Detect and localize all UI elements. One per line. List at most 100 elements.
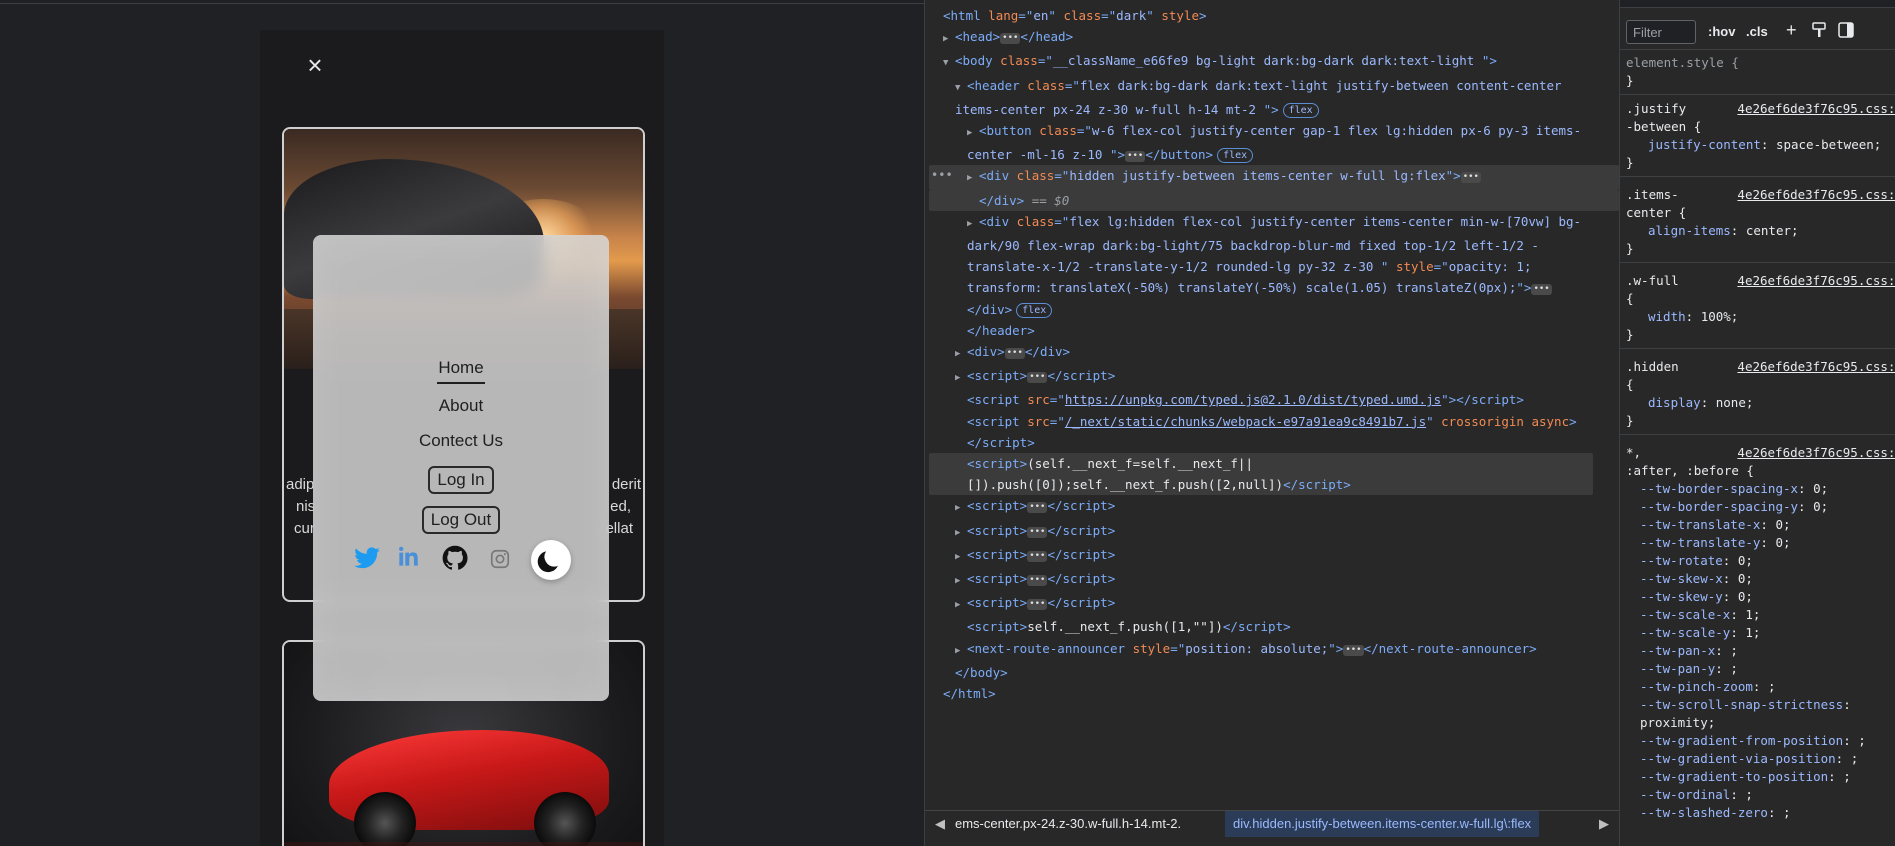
css-variable-value[interactable]: 0; xyxy=(1738,571,1753,586)
dom-node-body-close[interactable]: </body> xyxy=(929,662,1619,683)
css-variable-name[interactable]: --tw-border-spacing-y xyxy=(1640,499,1798,514)
css-value[interactable]: none; xyxy=(1716,395,1754,410)
ellipsis-icon[interactable]: ••• xyxy=(1027,575,1048,587)
css-variable-name[interactable]: --tw-translate-x xyxy=(1640,517,1760,532)
theme-toggle-moon-icon[interactable] xyxy=(531,540,571,580)
ellipsis-icon[interactable]: ••• xyxy=(1460,172,1481,184)
dom-node-body[interactable]: ▼ <body class="__className_e66fe9 bg-ligh… xyxy=(929,50,1619,74)
dom-node-script-inline[interactable]: <script>(self.__next_f=self.__next_f||[]… xyxy=(929,453,1593,496)
css-value[interactable]: 100%; xyxy=(1701,309,1739,324)
dom-node-button[interactable]: ▶ <button class="w-6 flex-col justify-cen… xyxy=(929,120,1593,165)
css-variable-row[interactable]: --tw-gradient-to-position: ; xyxy=(1626,768,1891,786)
css-property[interactable]: align-items xyxy=(1648,223,1731,238)
collapse-triangle-icon[interactable]: ▼ xyxy=(955,78,967,99)
dom-node-header-close[interactable]: </header> xyxy=(929,320,1619,341)
css-variable-row[interactable]: --tw-gradient-via-position: ; xyxy=(1626,750,1891,768)
dom-node-route-announcer[interactable]: ▶ <next-route-announcer style="position: … xyxy=(929,638,1619,662)
expand-triangle-icon[interactable]: ▶ xyxy=(943,29,955,50)
dom-node-div-hidden-selected[interactable]: ••• ▶ <div class="hidden justify-between i… xyxy=(929,165,1619,190)
css-variable-value[interactable]: 0; xyxy=(1738,553,1753,568)
login-button[interactable]: Log In xyxy=(428,466,494,494)
css-variable-value[interactable]: proximity; xyxy=(1640,715,1715,730)
flex-badge[interactable]: flex xyxy=(1217,148,1254,164)
css-variable-value[interactable]: 0; xyxy=(1775,517,1790,532)
css-variable-name[interactable]: --tw-slashed-zero xyxy=(1640,805,1768,820)
ellipsis-icon[interactable]: ••• xyxy=(1027,526,1048,538)
css-variable-value[interactable]: ; xyxy=(1730,661,1738,676)
dom-node-script-typed[interactable]: <script src="https://unpkg.com/typed.js@… xyxy=(929,389,1619,410)
css-variable-name[interactable]: --tw-scale-y xyxy=(1640,625,1730,640)
ellipsis-icon[interactable]: ••• xyxy=(1027,502,1048,514)
ellipsis-icon[interactable]: ••• xyxy=(1343,644,1364,656)
dom-node-div[interactable]: ▶ <div> ••• </div> xyxy=(929,341,1619,365)
ellipsis-icon[interactable]: ••• xyxy=(1027,372,1048,384)
dom-node-script[interactable]: ▶ <script> ••• </script> xyxy=(929,544,1619,568)
css-variable-name[interactable]: --tw-gradient-to-position xyxy=(1640,769,1828,784)
style-rule-items-center[interactable]: 4e26ef6de3f76c95.css:3 .items- center { … xyxy=(1620,184,1895,263)
dom-node-script[interactable]: ▶ <script> ••• </script> xyxy=(929,365,1619,389)
css-variable-value[interactable]: ; xyxy=(1745,787,1753,802)
css-variable-name[interactable]: --tw-gradient-via-position xyxy=(1640,751,1836,766)
filter-input[interactable] xyxy=(1626,20,1696,44)
css-variable-name[interactable]: --tw-scroll-snap-strictness xyxy=(1640,697,1843,712)
ellipsis-icon[interactable]: ••• xyxy=(1000,33,1021,45)
css-variable-value[interactable]: ; xyxy=(1730,643,1738,658)
ellipsis-icon[interactable]: ••• xyxy=(1027,599,1048,611)
css-variable-value[interactable]: 1; xyxy=(1745,625,1760,640)
expand-triangle-icon[interactable]: ▶ xyxy=(955,571,967,592)
css-variable-row[interactable]: --tw-translate-y: 0; xyxy=(1626,534,1891,552)
css-variable-name[interactable]: --tw-skew-x xyxy=(1640,571,1723,586)
css-source-link[interactable]: 4e26ef6de3f76c95.css:3 xyxy=(1737,186,1895,204)
dom-node-html[interactable]: <html lang="en" class="dark" style> xyxy=(929,5,1619,26)
css-variable-value[interactable]: 0; xyxy=(1813,481,1828,496)
add-rule-icon[interactable]: + xyxy=(1786,20,1797,41)
css-variable-name[interactable]: --tw-border-spacing-x xyxy=(1640,481,1798,496)
element-style-rule[interactable]: element.style { } xyxy=(1620,52,1895,95)
collapse-triangle-icon[interactable]: ▼ xyxy=(943,53,955,74)
expand-triangle-icon[interactable]: ▶ xyxy=(967,214,979,235)
css-variable-name[interactable]: --tw-pan-x xyxy=(1640,643,1715,658)
css-variable-value[interactable]: ; xyxy=(1843,769,1851,784)
css-variable-row[interactable]: --tw-translate-x: 0; xyxy=(1626,516,1891,534)
css-variable-name[interactable]: --tw-ordinal xyxy=(1640,787,1730,802)
css-variable-row[interactable]: --tw-pinch-zoom: ; xyxy=(1626,678,1891,696)
css-variable-row[interactable]: --tw-pan-x: ; xyxy=(1626,642,1891,660)
css-variable-value[interactable]: 0; xyxy=(1738,589,1753,604)
script-src-link[interactable]: https://unpkg.com/typed.js@2.1.0/dist/ty… xyxy=(1065,392,1441,407)
dom-node-script-webpack[interactable]: <script src="/_next/static/chunks/webpac… xyxy=(929,411,1593,453)
flex-badge[interactable]: flex xyxy=(1016,302,1053,318)
expand-triangle-icon[interactable]: ▶ xyxy=(967,168,979,189)
github-icon[interactable] xyxy=(441,544,471,574)
close-menu-icon[interactable]: × xyxy=(302,52,328,78)
nav-link-home[interactable]: Home xyxy=(437,358,485,384)
css-source-link[interactable]: 4e26ef6de3f76c95.css:3 xyxy=(1737,444,1895,462)
css-variable-row[interactable]: --tw-scale-x: 1; xyxy=(1626,606,1891,624)
dom-node-header[interactable]: ▼ <header class="flex dark:bg-dark dark:t… xyxy=(929,75,1605,120)
css-variable-row[interactable]: --tw-rotate: 0; xyxy=(1626,552,1891,570)
css-variable-name[interactable]: --tw-pan-y xyxy=(1640,661,1715,676)
css-variable-value[interactable]: ; xyxy=(1851,751,1859,766)
scroll-right-icon[interactable]: ▶ xyxy=(1593,813,1615,835)
css-variable-value[interactable]: ; xyxy=(1858,733,1866,748)
css-source-link[interactable]: 4e26ef6de3f76c95.css:3 xyxy=(1737,100,1895,118)
nav-link-about[interactable]: About xyxy=(313,396,609,416)
css-variable-value[interactable]: ; xyxy=(1783,805,1791,820)
dom-node-script[interactable]: ▶ <script> ••• </script> xyxy=(929,568,1619,592)
style-rule-hidden[interactable]: 4e26ef6de3f76c95.css:3 .hidden { display… xyxy=(1620,356,1895,435)
css-property[interactable]: justify-content xyxy=(1648,137,1761,152)
expand-triangle-icon[interactable]: ▶ xyxy=(955,523,967,544)
css-variable-row[interactable]: --tw-skew-y: 0; xyxy=(1626,588,1891,606)
css-variable-name[interactable]: --tw-gradient-from-position xyxy=(1640,733,1843,748)
style-rule-w-full[interactable]: 4e26ef6de3f76c95.css:3 .w-full { width: … xyxy=(1620,270,1895,349)
ellipsis-icon[interactable]: ••• xyxy=(1125,151,1146,163)
css-variable-name[interactable]: --tw-rotate xyxy=(1640,553,1723,568)
css-property[interactable]: display xyxy=(1648,395,1701,410)
expand-triangle-icon[interactable]: ▶ xyxy=(955,641,967,662)
sidebar-toggle-icon[interactable] xyxy=(1838,22,1854,41)
expand-triangle-icon[interactable]: ▶ xyxy=(955,368,967,389)
css-variable-row[interactable]: --tw-scale-y: 1; xyxy=(1626,624,1891,642)
css-variable-name[interactable]: --tw-skew-y xyxy=(1640,589,1723,604)
css-variable-row[interactable]: --tw-slashed-zero: ; xyxy=(1626,804,1891,822)
flex-badge[interactable]: flex xyxy=(1282,102,1319,118)
expand-triangle-icon[interactable]: ▶ xyxy=(955,595,967,616)
